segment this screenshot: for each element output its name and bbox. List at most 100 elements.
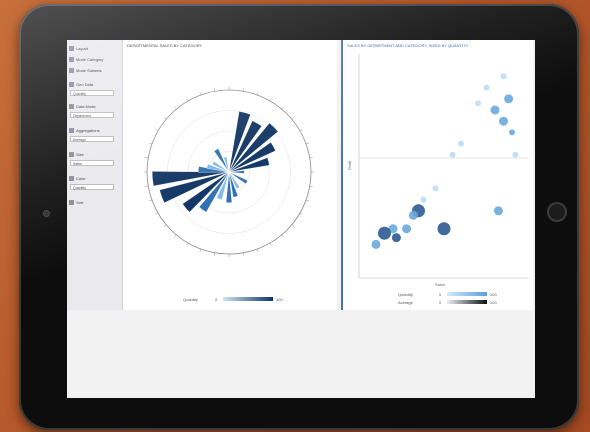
- geo-data-field[interactable]: Quantity: [70, 90, 114, 96]
- sidebar-item-mode-category[interactable]: Mode Category: [69, 55, 119, 64]
- polar-tick: [291, 117, 295, 120]
- size-icon: [69, 152, 74, 158]
- polar-tick: [281, 234, 284, 238]
- scatter-point[interactable]: [449, 151, 456, 158]
- category-icon: [69, 57, 74, 63]
- polar-tick: [163, 117, 167, 120]
- scatter-legend-min-1: 0: [439, 292, 442, 297]
- sidebar-item-size[interactable]: Size: [69, 150, 119, 159]
- polar-tick: [309, 156, 313, 159]
- sidebar-item-aggregations[interactable]: Aggregations: [69, 126, 119, 135]
- scatter-legend-min-2: 0: [439, 300, 442, 305]
- scatter-legend: Quantity 0 100 Average 0 100: [398, 292, 497, 305]
- polar-tick: [163, 224, 167, 227]
- scatter-point[interactable]: [378, 226, 391, 240]
- scatter-chart: Profit Sales Quantity 0 100 Average 0 10…: [347, 54, 529, 305]
- scatter-point[interactable]: [509, 129, 515, 136]
- polar-legend-gradient: [223, 297, 273, 301]
- sidebar-item-sort[interactable]: Sort: [69, 198, 119, 207]
- scatter-x-label: Sales: [435, 282, 445, 287]
- scatter-point[interactable]: [512, 151, 519, 158]
- home-button[interactable]: [547, 202, 567, 222]
- scatter-point[interactable]: [490, 105, 500, 115]
- color-icon: [69, 176, 74, 182]
- polar-tick: [174, 234, 177, 238]
- polar-chart-panel: DEPARTMENTAL SALES BY CATEGORY Quantity …: [123, 40, 337, 310]
- polar-bars: [151, 111, 279, 213]
- scatter-chart-panel: SALES BY DEPARTMENT AND CATEGORY, SIZED …: [341, 40, 533, 310]
- scatter-point[interactable]: [458, 140, 464, 147]
- scatter-legend-gradient-1: [447, 292, 487, 296]
- sidebar: Layout Mode Category Mode Subsets Geo Da…: [67, 40, 123, 310]
- subsets-icon: [69, 68, 74, 74]
- polar-legend-min: 0: [215, 297, 218, 302]
- scatter-point[interactable]: [402, 224, 412, 234]
- polar-tick: [305, 199, 309, 202]
- sidebar-item-data-mode[interactable]: Data Mode: [69, 102, 119, 111]
- polar-tick: [213, 252, 216, 256]
- polar-tick: [242, 252, 245, 256]
- color-field[interactable]: Quantity: [70, 184, 114, 190]
- polar-tick: [199, 92, 202, 96]
- sidebar-item-mode-subsets[interactable]: Mode Subsets: [69, 66, 119, 75]
- polar-tick: [299, 212, 303, 215]
- scatter-point[interactable]: [475, 100, 481, 107]
- scatter-point[interactable]: [499, 116, 508, 126]
- layout-icon: [69, 46, 74, 52]
- scatter-points: [371, 73, 519, 249]
- sidebar-item-layout[interactable]: Layout: [69, 44, 119, 53]
- scatter-chart-title: SALES BY DEPARTMENT AND CATEGORY, SIZED …: [347, 43, 469, 48]
- polar-tick: [242, 88, 245, 92]
- polar-legend-max: 100: [276, 297, 283, 302]
- scatter-point[interactable]: [420, 196, 427, 203]
- scatter-point[interactable]: [504, 94, 514, 104]
- scatter-point[interactable]: [432, 185, 439, 192]
- scatter-point[interactable]: [493, 206, 503, 216]
- polar-tick: [281, 106, 284, 110]
- polar-tick: [309, 185, 313, 188]
- sort-icon: [69, 200, 74, 206]
- scatter-legend-max-2: 100: [490, 300, 497, 305]
- sidebar-item-color[interactable]: Color: [69, 174, 119, 183]
- aggregation-icon: [69, 128, 74, 134]
- scatter-point[interactable]: [483, 84, 490, 91]
- polar-chart: Quantity 0 100: [144, 87, 314, 302]
- scatter-point[interactable]: [371, 239, 381, 249]
- size-field[interactable]: Sales: [70, 160, 114, 166]
- polar-tick: [291, 224, 295, 227]
- tablet-frame: Layout Mode Category Mode Subsets Geo Da…: [19, 4, 579, 430]
- sidebar-item-geo-data[interactable]: Geo Data: [69, 80, 119, 89]
- scatter-point[interactable]: [408, 210, 418, 220]
- polar-tick: [199, 248, 202, 252]
- empty-area: [67, 310, 535, 398]
- polar-tick: [155, 212, 159, 215]
- scatter-point[interactable]: [500, 73, 507, 80]
- polar-tick: [213, 88, 216, 92]
- scatter-y-label: Profit: [347, 160, 352, 170]
- data-mode-field[interactable]: Department: [70, 112, 114, 118]
- polar-tick: [149, 199, 153, 202]
- polar-tick: [186, 242, 189, 246]
- scatter-legend-label-1: Quantity: [398, 292, 413, 297]
- polar-tick: [145, 185, 149, 188]
- scatter-legend-label-2: Average: [398, 300, 414, 305]
- polar-legend: Quantity 0 100: [183, 297, 283, 302]
- data-mode-icon: [69, 104, 74, 110]
- scatter-point[interactable]: [391, 233, 401, 243]
- polar-tick: [256, 248, 259, 252]
- polar-tick: [269, 242, 272, 246]
- polar-tick: [145, 156, 149, 159]
- aggregation-field[interactable]: Average: [70, 136, 114, 142]
- polar-tick: [186, 98, 189, 102]
- geo-icon: [69, 82, 74, 88]
- app-screen: Layout Mode Category Mode Subsets Geo Da…: [67, 40, 535, 398]
- polar-tick: [174, 106, 177, 110]
- polar-tick: [149, 142, 153, 145]
- polar-tick: [299, 129, 303, 132]
- scatter-point[interactable]: [437, 222, 451, 236]
- camera-icon: [44, 211, 49, 216]
- polar-legend-label: Quantity: [183, 297, 198, 302]
- polar-tick: [269, 98, 272, 102]
- polar-tick: [305, 142, 309, 145]
- scatter-legend-max-1: 100: [490, 292, 497, 297]
